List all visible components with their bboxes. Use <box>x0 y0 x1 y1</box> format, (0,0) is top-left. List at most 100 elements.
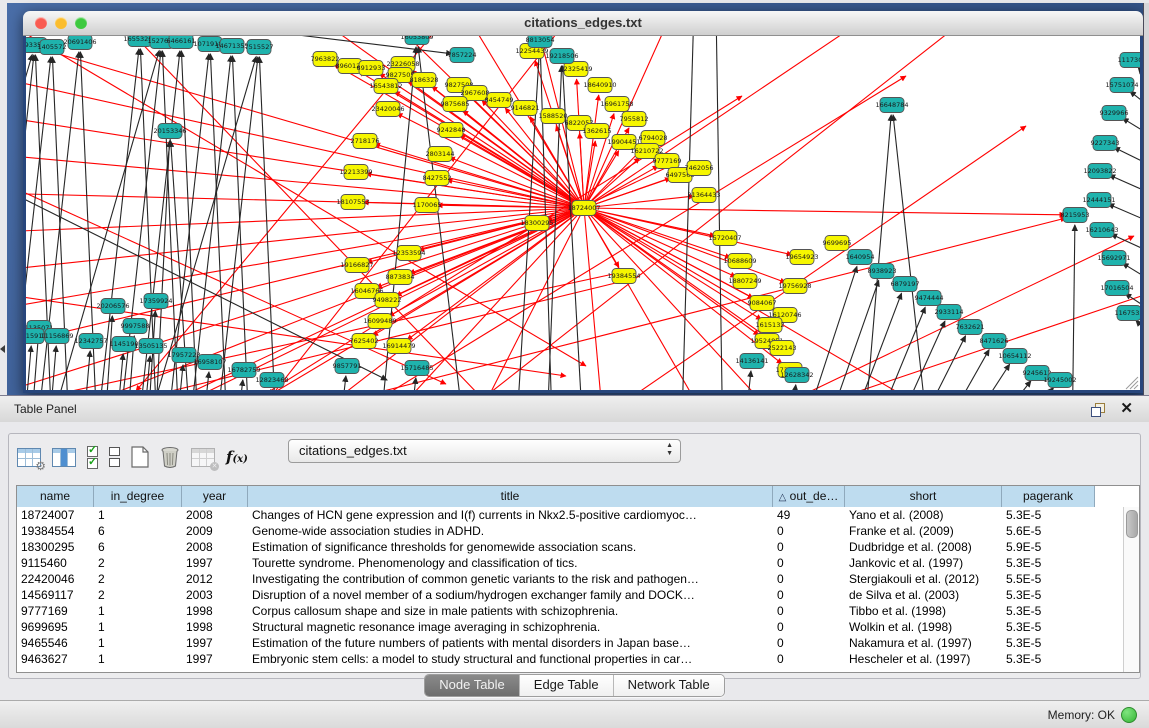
network-node-8186328[interactable]: 8186328 <box>410 73 439 88</box>
network-node-1117304[interactable]: 1117304 <box>1118 53 1140 68</box>
table-row[interactable]: 977716911998Corpus callosum shape and si… <box>17 603 1124 619</box>
network-node-15716485[interactable]: 15716485 <box>400 361 433 376</box>
citation-edge-red[interactable] <box>584 208 1065 215</box>
citation-edge-red[interactable] <box>416 36 976 390</box>
network-node-10654112[interactable]: 10654112 <box>998 349 1031 364</box>
network-node-19218506[interactable]: 19218506 <box>545 49 578 64</box>
network-node-9227343[interactable]: 9227343 <box>1091 136 1120 151</box>
network-node-18807249[interactable]: 18807249 <box>728 274 761 289</box>
network-node-19654923[interactable]: 19654923 <box>785 250 818 265</box>
citation-edge-red[interactable] <box>26 66 584 208</box>
column-header-short[interactable]: short <box>845 486 1002 507</box>
network-node-12342757[interactable]: 12342757 <box>74 334 107 349</box>
network-node-10688609[interactable]: 10688609 <box>723 254 756 269</box>
network-canvas[interactable]: 1872400779638228960128891293323226058982… <box>26 36 1140 390</box>
network-node-19384554[interactable]: 19384554 <box>607 269 640 284</box>
network-node-1640954[interactable]: 1640954 <box>846 250 875 265</box>
canvas-resize-grip[interactable] <box>1126 377 1138 389</box>
panel-collapse-arrow-icon[interactable] <box>0 345 5 353</box>
close-panel-icon[interactable]: ✕ <box>1120 399 1133 417</box>
network-node-9474444[interactable]: 9474444 <box>915 291 944 306</box>
citation-edge[interactable] <box>1123 118 1140 135</box>
network-node-2522143[interactable]: 2522143 <box>768 341 797 356</box>
network-node-18107553[interactable]: 18107553 <box>336 195 369 210</box>
network-node-1362615[interactable]: 1362615 <box>583 124 612 139</box>
table-selector-dropdown[interactable]: citations_edges.txt ▲▼ <box>288 439 681 463</box>
network-node-9084067[interactable]: 9084067 <box>748 296 777 311</box>
network-node-8912933[interactable]: 8912933 <box>357 61 386 76</box>
create-table-button[interactable] <box>131 446 149 468</box>
table-row[interactable]: 1872400712008Changes of HCN gene express… <box>17 507 1124 523</box>
function-builder-button[interactable]: f(x) <box>226 448 248 466</box>
network-node-8215953[interactable]: 8215953 <box>1061 208 1090 223</box>
table-row[interactable]: 946554611997Estimation of the future num… <box>17 635 1124 651</box>
window-titlebar[interactable]: citations_edges.txt <box>23 11 1143 36</box>
network-node-12353594[interactable]: 12353594 <box>392 246 425 261</box>
network-node-1170065[interactable]: 1170065 <box>413 198 442 213</box>
citation-edge[interactable] <box>787 385 796 390</box>
citation-edge-red[interactable] <box>26 108 584 208</box>
network-node-11156869[interactable]: 11156869 <box>40 329 73 344</box>
network-node-2718176[interactable]: 2718176 <box>351 134 380 149</box>
network-node-9997588[interactable]: 9997588 <box>121 319 150 334</box>
network-node-12213399[interactable]: 12213399 <box>339 165 372 180</box>
table-row[interactable]: 969969511998Structural magnetic resonanc… <box>17 619 1124 635</box>
select-columns-button[interactable] <box>87 446 98 469</box>
table-row[interactable]: 2242004622012Investigating the contribut… <box>17 571 1124 587</box>
network-node-9875685[interactable]: 9875685 <box>441 97 470 112</box>
network-node-9242848[interactable]: 9242848 <box>437 123 466 138</box>
network-node-7955812[interactable]: 7955812 <box>620 112 649 127</box>
network-node-1588520[interactable]: 1588520 <box>539 109 568 124</box>
network-node-2803144[interactable]: 2803144 <box>426 147 455 162</box>
delete-table-button[interactable] <box>160 446 180 468</box>
network-node-16543812[interactable]: 16543812 <box>369 79 402 94</box>
float-panel-icon[interactable] <box>1091 403 1105 416</box>
network-node-7462056[interactable]: 7462056 <box>685 161 714 176</box>
network-node-12628342[interactable]: 12628342 <box>780 368 813 383</box>
citation-edge[interactable] <box>1114 147 1140 165</box>
table-row[interactable]: 1830029562008Estimation of significance … <box>17 539 1124 555</box>
table-settings-button[interactable]: ⚙ <box>17 448 41 467</box>
network-node-12823468[interactable]: 12823468 <box>255 373 288 388</box>
network-node-18300295[interactable]: 18300295 <box>520 216 553 231</box>
citation-edge[interactable] <box>103 316 112 390</box>
network-node-9777169[interactable]: 9777169 <box>653 154 682 169</box>
network-node-16210643[interactable]: 16210643 <box>1085 223 1118 238</box>
citation-edge[interactable] <box>259 57 277 390</box>
network-node-12093822[interactable]: 12093822 <box>1083 164 1116 179</box>
citation-edge-red[interactable] <box>407 208 584 340</box>
network-node-9857791[interactable]: 9857791 <box>333 359 362 374</box>
network-node-1615132[interactable]: 1615132 <box>756 318 785 333</box>
citation-edge[interactable] <box>1072 225 1075 390</box>
tab-node-table[interactable]: Node Table <box>425 675 520 696</box>
tab-network-table[interactable]: Network Table <box>614 675 724 696</box>
citation-edge[interactable] <box>81 351 90 390</box>
citation-edge[interactable] <box>1136 320 1140 335</box>
citation-edge[interactable] <box>972 381 1031 390</box>
network-node-6466161[interactable]: 6466161 <box>167 36 196 49</box>
citation-edge[interactable] <box>1108 204 1140 222</box>
network-node-16053809[interactable]: 16053809 <box>400 36 433 45</box>
citation-edge-red[interactable] <box>460 135 584 208</box>
table-row[interactable]: 1938455462009Genome-wide association stu… <box>17 523 1124 539</box>
network-node-7625402[interactable]: 7625402 <box>350 334 379 349</box>
network-node-8427552[interactable]: 8427552 <box>423 171 452 186</box>
citation-edge-red[interactable] <box>584 208 731 258</box>
network-node-15692971[interactable]: 15692971 <box>1097 251 1130 266</box>
table-scrollbar[interactable] <box>1123 507 1139 672</box>
network-node-16914479[interactable]: 16914479 <box>382 339 415 354</box>
network-node-1167533[interactable]: 1167533 <box>1115 306 1140 321</box>
network-node-20153346[interactable]: 20153346 <box>153 124 186 139</box>
network-node-23420046[interactable]: 23420046 <box>371 102 404 117</box>
delete-column-button[interactable]: ✕ <box>191 448 215 467</box>
network-node-9498222[interactable]: 9498222 <box>373 293 402 308</box>
network-node-16648784[interactable]: 16648784 <box>875 98 908 113</box>
network-node-20206576[interactable]: 20206576 <box>96 299 129 314</box>
table-row[interactable]: 911546021997Tourette syndrome. Phenomeno… <box>17 555 1124 571</box>
network-node-15720407[interactable]: 15720407 <box>708 231 741 246</box>
network-node-8873834[interactable]: 8873834 <box>386 270 415 285</box>
citation-edge[interactable] <box>1109 175 1140 193</box>
network-node-2933114[interactable]: 2933114 <box>935 305 964 320</box>
citation-edge[interactable] <box>1111 234 1140 252</box>
column-header-pagerank[interactable]: pagerank <box>1002 486 1095 507</box>
